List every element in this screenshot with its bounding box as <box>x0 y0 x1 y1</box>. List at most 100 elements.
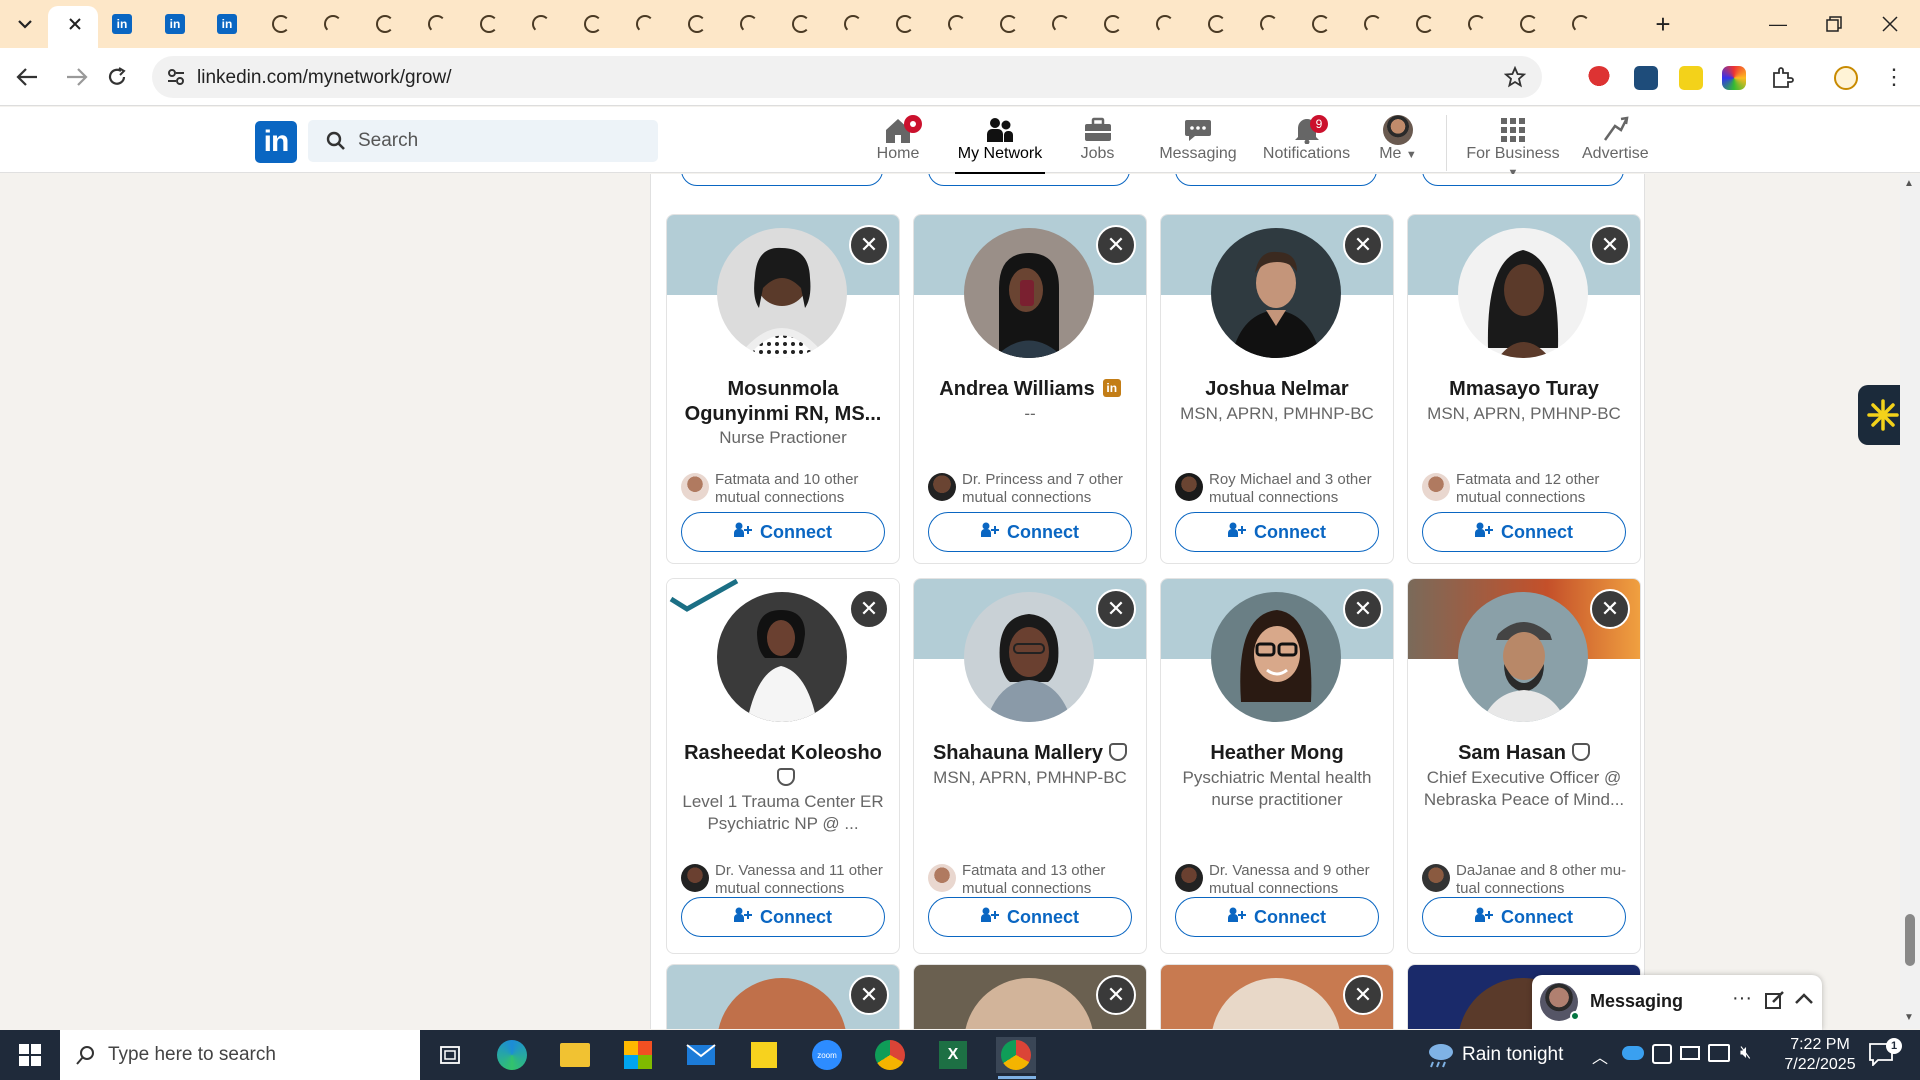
site-settings-icon[interactable] <box>166 67 186 92</box>
messaging-dock[interactable]: Messaging ··· <box>1532 975 1822 1030</box>
dismiss-icon[interactable]: ✕ <box>1096 225 1136 265</box>
profile-photo[interactable] <box>1211 228 1341 358</box>
task-view-icon[interactable] <box>430 1037 470 1073</box>
sticky-notes-icon[interactable] <box>744 1037 784 1073</box>
profile-photo[interactable] <box>1211 592 1341 722</box>
dismiss-icon[interactable]: ✕ <box>1590 225 1630 265</box>
loading-tab-icon[interactable] <box>630 8 660 40</box>
mutual-connections[interactable]: Fatmata and 13 other mutual connections <box>928 862 1138 898</box>
loading-tab-icon[interactable] <box>1046 8 1076 40</box>
person-card-partial[interactable]: ✕ <box>666 964 900 1029</box>
person-name[interactable]: Shahauna Mallery <box>933 742 1103 764</box>
person-name[interactable]: Joshua Nelmar <box>1171 377 1383 402</box>
linkedin-tab-icon[interactable]: in <box>160 8 190 40</box>
scroll-up-icon[interactable]: ▲ <box>1904 178 1914 189</box>
dismiss-icon[interactable]: ✕ <box>849 589 889 629</box>
profile-photo[interactable] <box>964 592 1094 722</box>
loading-tab-icon[interactable] <box>474 8 504 40</box>
volume-muted-icon[interactable]: 🔇︎ <box>1740 1042 1751 1063</box>
nav-for-business[interactable]: For Business ▼ <box>1460 115 1566 179</box>
person-name[interactable]: Heather Mong <box>1171 741 1383 766</box>
browser-menu-icon[interactable]: ⋮ <box>1882 66 1906 90</box>
reload-icon[interactable] <box>102 62 132 92</box>
profile-photo[interactable] <box>964 228 1094 358</box>
dismiss-icon[interactable]: ✕ <box>1343 589 1383 629</box>
tray-chevron-icon[interactable]: ︿ <box>1592 1044 1608 1068</box>
connect-button[interactable]: Connect <box>681 897 885 937</box>
loading-tab-icon[interactable] <box>422 8 452 40</box>
mutual-connections[interactable]: Fatmata and 12 other mutual connections <box>1422 471 1632 507</box>
search-box[interactable] <box>308 120 658 162</box>
connect-button-partial[interactable] <box>681 174 883 186</box>
loading-tab-icon[interactable] <box>526 8 556 40</box>
person-name[interactable]: Mmasayo Turay <box>1418 377 1630 402</box>
mutual-connections[interactable]: DaJanae and 8 other mu-tual connections <box>1422 862 1632 898</box>
person-name[interactable]: Andrea Williams <box>939 378 1094 400</box>
extensions-puzzle-icon[interactable] <box>1770 66 1794 90</box>
loading-tab-icon[interactable] <box>370 8 400 40</box>
connect-button[interactable]: Connect <box>1175 897 1379 937</box>
connect-button[interactable]: Connect <box>928 897 1132 937</box>
connect-button[interactable]: Connect <box>1422 897 1626 937</box>
loading-tab-icon[interactable] <box>890 8 920 40</box>
person-card[interactable]: ✕ Rasheedat Koleosho Level 1 Trauma Cent… <box>666 578 900 954</box>
person-card[interactable]: ✕ Joshua Nelmar MSN, APRN, PMHNP-BC Roy … <box>1160 214 1394 564</box>
nav-advertise[interactable]: Advertise <box>1582 115 1649 171</box>
edge-icon[interactable] <box>492 1037 532 1073</box>
person-name[interactable]: Mosunmola Ogunyinmi RN, MS... <box>677 377 889 427</box>
close-tab-icon[interactable] <box>60 8 90 40</box>
connect-button-partial[interactable] <box>928 174 1130 186</box>
chevron-up-icon[interactable] <box>1794 991 1814 1010</box>
profile-photo[interactable] <box>717 228 847 358</box>
connect-button[interactable]: Connect <box>1175 512 1379 552</box>
loading-tab-icon[interactable] <box>942 8 972 40</box>
person-name[interactable]: Sam Hasan <box>1458 742 1566 764</box>
url-text[interactable]: linkedin.com/mynetwork/grow/ <box>197 67 451 89</box>
more-options-icon[interactable]: ··· <box>1732 987 1752 1010</box>
restore-icon[interactable] <box>1814 10 1854 38</box>
scrollbar-thumb[interactable] <box>1905 914 1915 966</box>
person-card[interactable]: ✕ Andrea Williams in -- Dr. Princess and … <box>913 214 1147 564</box>
profile-photo[interactable] <box>1458 228 1588 358</box>
loading-tab-icon[interactable] <box>734 8 764 40</box>
dismiss-icon[interactable]: ✕ <box>849 225 889 265</box>
network-icon[interactable] <box>1708 1044 1730 1062</box>
close-window-icon[interactable] <box>1870 10 1910 38</box>
person-card-partial[interactable]: ✕ <box>913 964 1147 1029</box>
loading-tab-icon[interactable] <box>266 8 296 40</box>
forward-icon[interactable] <box>62 62 92 92</box>
weather-icon[interactable] <box>1425 1042 1455 1073</box>
person-card[interactable]: ✕ Heather Mong Pyschiatric Mental health… <box>1160 578 1394 954</box>
store-icon[interactable] <box>618 1037 658 1073</box>
connect-button-partial[interactable] <box>1422 174 1624 186</box>
linkedin-tab-icon[interactable]: in <box>212 8 242 40</box>
search-input[interactable] <box>358 128 638 154</box>
profile-photo[interactable] <box>717 592 847 722</box>
zoom-icon[interactable]: zoom <box>807 1037 847 1073</box>
omnibox[interactable]: linkedin.com/mynetwork/grow/ <box>152 56 1542 98</box>
loading-tab-icon[interactable] <box>1202 8 1232 40</box>
dismiss-icon[interactable]: ✕ <box>1096 589 1136 629</box>
loading-tab-icon[interactable] <box>1306 8 1336 40</box>
linkedin-tab-icon[interactable]: in <box>107 8 137 40</box>
dismiss-icon[interactable]: ✕ <box>1590 589 1630 629</box>
loading-tab-icon[interactable] <box>1514 8 1544 40</box>
chrome-icon[interactable] <box>870 1037 910 1073</box>
tray-app-icon[interactable] <box>1652 1044 1672 1064</box>
loading-tab-icon[interactable] <box>1098 8 1128 40</box>
connect-button[interactable]: Connect <box>1422 512 1626 552</box>
loading-tab-icon[interactable] <box>1254 8 1284 40</box>
loading-tab-icon[interactable] <box>786 8 816 40</box>
windows-start-icon[interactable] <box>10 1037 50 1073</box>
connect-button[interactable]: Connect <box>681 512 885 552</box>
mail-icon[interactable] <box>681 1037 721 1073</box>
scroll-down-icon[interactable]: ▼ <box>1904 1012 1914 1023</box>
nav-my-network[interactable]: My Network <box>955 115 1045 175</box>
tab-list-chevron-icon[interactable] <box>10 8 40 40</box>
nav-messaging[interactable]: Messaging <box>1158 115 1238 171</box>
linkedin-logo[interactable]: in <box>255 121 297 163</box>
person-name[interactable]: Rasheedat Koleosho <box>684 742 882 764</box>
new-tab-icon[interactable]: + <box>1648 8 1678 40</box>
connect-button[interactable]: Connect <box>928 512 1132 552</box>
loading-tab-icon[interactable] <box>1358 8 1388 40</box>
